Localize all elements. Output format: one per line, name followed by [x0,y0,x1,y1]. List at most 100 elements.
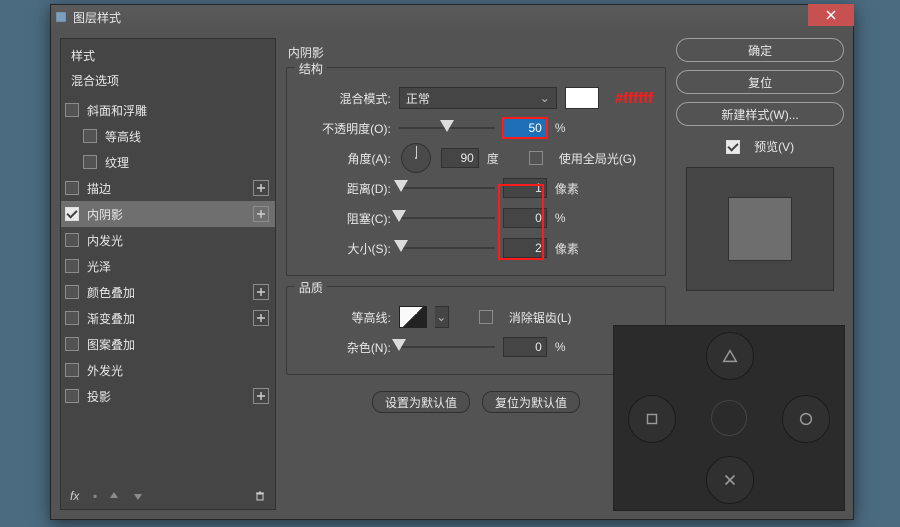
effect-checkbox[interactable] [65,285,79,299]
effect-row-2[interactable]: 纹理 [61,149,275,175]
make-default-button[interactable]: 设置为默认值 [372,391,470,413]
opacity-input[interactable]: 50 [503,118,547,138]
noise-unit: % [555,340,583,354]
size-label: 大小(S): [299,240,391,257]
effect-row-8[interactable]: 渐变叠加 [61,305,275,331]
add-effect-icon[interactable] [253,284,269,300]
effect-checkbox[interactable] [65,389,79,403]
preview-checkbox[interactable] [726,140,740,154]
fx-icon[interactable]: fx [69,489,83,503]
titlebar[interactable]: 图层样式 [51,5,853,29]
effect-label: 内阴影 [87,206,123,223]
add-effect-icon[interactable] [253,310,269,326]
choke-slider[interactable] [399,211,495,225]
preview-label: 预览(V) [754,138,794,155]
dpad-triangle-button[interactable] [706,332,754,380]
blend-options-row[interactable]: 混合选项 [61,68,275,97]
blend-mode-label: 混合模式: [299,90,391,107]
window-title: 图层样式 [73,9,121,26]
angle-label: 角度(A): [299,150,391,167]
effect-title: 内阴影 [286,38,666,67]
effect-row-0[interactable]: 斜面和浮雕 [61,97,275,123]
distance-input[interactable]: 1 [503,178,547,198]
distance-slider[interactable] [399,181,495,195]
blend-mode-select[interactable]: 正常 ⌄ [399,87,557,109]
noise-input[interactable]: 0 [503,337,547,357]
size-slider[interactable] [399,241,495,255]
add-effect-icon[interactable] [253,180,269,196]
trash-icon[interactable] [253,489,267,503]
structure-legend: 结构 [295,60,327,77]
effect-row-1[interactable]: 等高线 [61,123,275,149]
size-input[interactable]: 2 [503,238,547,258]
cancel-button[interactable]: 复位 [676,70,844,94]
angle-input[interactable]: 90 [441,148,479,168]
blend-mode-value: 正常 [406,90,430,107]
settings-panel: 内阴影 结构 混合模式: 正常 ⌄ #ffffff 不透明度(O): [286,38,666,510]
opacity-slider[interactable] [399,121,495,135]
move-down-icon[interactable] [131,489,145,503]
effect-checkbox[interactable] [65,311,79,325]
effect-checkbox[interactable] [65,207,79,221]
choke-label: 阻塞(C): [299,210,391,227]
effect-label: 描边 [87,180,111,197]
effect-label: 渐变叠加 [87,310,135,327]
effect-row-11[interactable]: 投影 [61,383,275,409]
effect-label: 内发光 [87,232,123,249]
effects-list: 斜面和浮雕等高线纹理描边内阴影内发光光泽颜色叠加渐变叠加图案叠加外发光投影 [61,97,275,483]
antialias-label: 消除锯齿(L) [509,309,572,326]
effect-checkbox[interactable] [83,129,97,143]
effect-row-10[interactable]: 外发光 [61,357,275,383]
effect-row-7[interactable]: 颜色叠加 [61,279,275,305]
effect-label: 斜面和浮雕 [87,102,147,119]
reset-default-button[interactable]: 复位为默认值 [482,391,580,413]
effect-checkbox[interactable] [65,363,79,377]
angle-dial[interactable] [401,143,431,173]
layer-style-dialog: 图层样式 样式 混合选项 斜面和浮雕等高线纹理描边内阴影内发光光泽颜色叠加渐变叠… [50,4,854,520]
noise-label: 杂色(N): [299,339,391,356]
distance-unit: 像素 [555,180,583,197]
effect-row-6[interactable]: 光泽 [61,253,275,279]
default-buttons: 设置为默认值 复位为默认值 [286,385,666,413]
close-button[interactable] [808,4,854,26]
structure-fieldset: 结构 混合模式: 正常 ⌄ #ffffff 不透明度(O): [286,67,666,276]
color-swatch[interactable] [565,87,599,109]
size-unit: 像素 [555,240,583,257]
choke-unit: % [555,211,583,225]
effect-row-4[interactable]: 内阴影 [61,201,275,227]
dpad-square-button[interactable] [628,395,676,443]
add-effect-icon[interactable] [253,388,269,404]
dpad-circle-button[interactable] [782,395,830,443]
close-icon [826,10,836,20]
effect-label: 图案叠加 [87,336,135,353]
add-effect-icon[interactable] [253,206,269,222]
effect-row-3[interactable]: 描边 [61,175,275,201]
global-light-checkbox[interactable] [529,151,543,165]
effect-checkbox[interactable] [65,103,79,117]
choke-input[interactable]: 0 [503,208,547,228]
effect-checkbox[interactable] [83,155,97,169]
effect-checkbox[interactable] [65,233,79,247]
effect-label: 颜色叠加 [87,284,135,301]
move-up-icon[interactable] [107,489,121,503]
ok-button[interactable]: 确定 [676,38,844,62]
effect-row-9[interactable]: 图案叠加 [61,331,275,357]
effect-label: 投影 [87,388,111,405]
global-light-label: 使用全局光(G) [559,150,636,167]
dpad-cross-button[interactable] [706,456,754,504]
effect-checkbox[interactable] [65,259,79,273]
angle-unit: 度 [487,150,515,167]
effect-row-5[interactable]: 内发光 [61,227,275,253]
styles-panel: 样式 混合选项 斜面和浮雕等高线纹理描边内阴影内发光光泽颜色叠加渐变叠加图案叠加… [60,38,276,510]
effect-checkbox[interactable] [65,337,79,351]
effect-checkbox[interactable] [65,181,79,195]
contour-picker[interactable] [399,306,427,328]
opacity-unit: % [555,121,583,135]
noise-slider[interactable] [399,340,495,354]
opacity-label: 不透明度(O): [299,120,391,137]
contour-caret[interactable]: ⌄ [435,306,449,328]
new-style-button[interactable]: 新建样式(W)... [676,102,844,126]
contour-label: 等高线: [299,309,391,326]
styles-heading: 样式 [61,39,275,68]
antialias-checkbox[interactable] [479,310,493,324]
